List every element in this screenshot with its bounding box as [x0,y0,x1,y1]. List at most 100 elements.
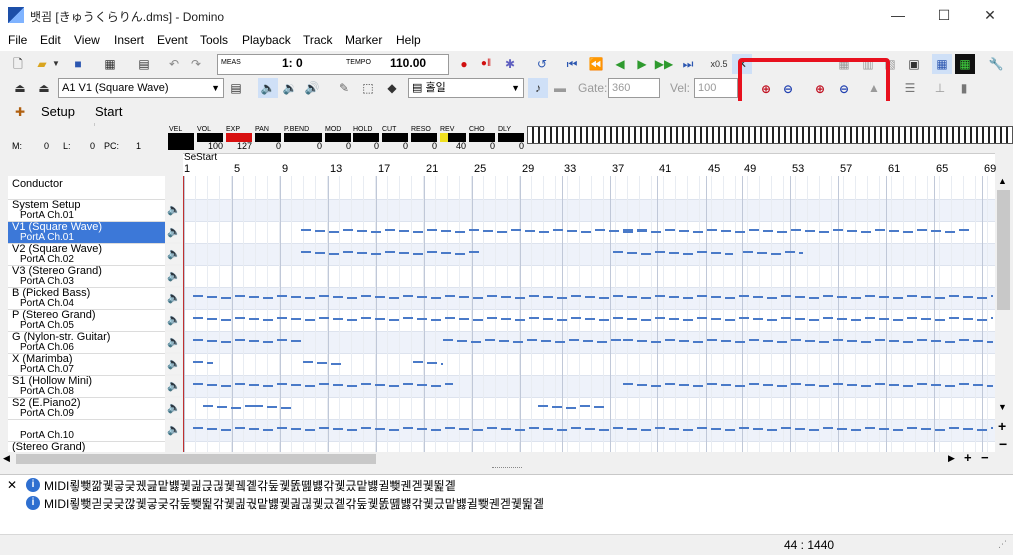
track-row[interactable]: G (Nylon-str. Guitar) PortA Ch.06 [8,332,165,354]
marker-start[interactable]: Start [196,152,217,163]
menu-marker[interactable]: Marker [345,33,382,47]
step-record-icon[interactable]: ✱ [500,54,520,74]
speaker-icon[interactable]: 🔈 [166,222,182,242]
track-row[interactable]: Conductor [8,176,165,200]
open-folder-icon[interactable]: ▰ [32,54,52,74]
dash-icon[interactable]: ▬ [550,78,570,98]
event-list-view-icon[interactable]: ▦ [955,54,975,74]
select-tool-icon[interactable]: ⬚ [358,78,378,98]
prev-icon[interactable]: ◀ [610,54,630,74]
go-end-icon[interactable]: ⏭ [678,54,698,74]
go-start-icon[interactable]: ⏮ [562,54,582,74]
view-list-icon[interactable]: ▣ [904,54,924,74]
hscroll-right-icon[interactable]: ▶ [948,453,955,464]
track-row[interactable]: System Setup PortA Ch.01 [8,200,165,222]
track-row[interactable]: S1 (Hollow Mini) PortA Ch.08 [8,376,165,398]
log-close-icon[interactable]: ✕ [7,478,17,492]
track-row[interactable]: S2 (E.Piano2) PortA Ch.09 [8,398,165,420]
hscroll-thumb[interactable] [16,454,376,464]
record-icon[interactable]: ● [454,54,474,74]
split-icon[interactable]: ⊥ [930,78,950,98]
tab-setup[interactable]: Setup [41,104,75,119]
close-button[interactable]: ✕ [967,0,1013,31]
undo-icon[interactable]: ↶ [164,54,184,74]
book-icon[interactable]: ▮ [954,78,974,98]
track-up-icon[interactable]: ⏏ [10,78,30,98]
menu-event[interactable]: Event [157,33,188,47]
track-row[interactable]: X (Marimba) PortA Ch.07 [8,354,165,376]
menu-tools[interactable]: Tools [200,33,228,47]
tab-start[interactable]: Start [95,104,122,119]
track-row[interactable]: (Stereo Grand) [8,442,165,453]
splitter-grip[interactable] [492,467,522,472]
vel-input[interactable]: 100 [694,78,738,98]
speaker-icon[interactable]: 🔈 [166,420,182,440]
pencil-tool-icon[interactable]: ✎ [334,78,354,98]
list-indent-icon[interactable]: ☰ [900,78,920,98]
piano-roll-view-icon[interactable]: ▦ [932,54,952,74]
track-row[interactable]: B (Picked Bass) PortA Ch.04 [8,288,165,310]
track-row[interactable]: PortA Ch.10 [8,420,165,442]
speaker-icon[interactable]: 🔈 [166,332,182,352]
zoom-x05-button[interactable]: x0.5 [706,54,732,74]
hzoom-plus-icon[interactable]: + [964,450,972,465]
play-icon[interactable]: ▶ [632,54,652,74]
eraser-tool-icon[interactable]: ◆ [382,78,402,98]
maximize-button[interactable]: ☐ [921,0,967,31]
speaker-icon[interactable]: 🔈 [166,200,182,220]
track-down-icon[interactable]: ⏏ [34,78,54,98]
speaker-icon[interactable]: 🔈 [166,244,182,264]
hzoom-minus-icon[interactable]: − [981,450,989,465]
loop-icon[interactable]: ↺ [532,54,552,74]
mini-keyboard[interactable] [527,126,1013,144]
zoom-plus-icon[interactable]: + [998,418,1006,434]
zoom-minus-icon[interactable]: − [999,436,1007,452]
speaker-mute-icon[interactable]: 🔈 [258,78,278,98]
settings-wrench-icon[interactable]: 🔧 [986,54,1006,74]
save-icon[interactable]: ■ [68,54,88,74]
track-select[interactable]: A1 V1 (Square Wave) ▼ [58,78,224,98]
rewind-icon[interactable]: ⏪ [586,54,606,74]
gate-input[interactable]: 360 [608,78,660,98]
menu-edit[interactable]: Edit [40,33,61,47]
speaker-icon[interactable]: 🔈 [166,266,182,286]
new-file-icon[interactable]: 🗋 [8,54,28,74]
next-icon[interactable]: ▶▶ [654,54,674,74]
speaker-icon[interactable]: 🔈 [166,376,182,396]
track-row[interactable]: V3 (Stereo Grand) PortA Ch.03 [8,266,165,288]
menu-file[interactable]: File [8,33,27,47]
marker-add-icon[interactable]: ✚ [10,102,30,122]
menu-insert[interactable]: Insert [114,33,144,47]
speaker-icon[interactable]: 🔈 [166,354,182,374]
properties-icon[interactable]: ▦ [100,54,120,74]
scroll-up-icon[interactable]: ▲ [998,176,1007,186]
piano-roll-grid[interactable] [183,176,995,452]
horizontal-scrollbar[interactable]: ◀ ▶ + − [0,450,1013,466]
vertical-scrollbar[interactable]: ▲ ▼ [995,176,1012,416]
dropdown-arrow-icon[interactable]: ▼ [50,54,62,74]
track-row[interactable]: V1 (Square Wave) PortA Ch.01 [8,222,165,244]
scroll-thumb[interactable] [997,190,1010,310]
hscroll-left-icon[interactable]: ◀ [3,453,10,464]
marker-se[interactable]: Se [184,152,196,163]
track-row[interactable]: P (Stereo Grand) PortA Ch.05 [8,310,165,332]
speaker-all-icon[interactable]: 🔊 [302,78,322,98]
note-length-icon[interactable]: ♪ [528,78,548,98]
track-props-icon[interactable]: ▤ [226,78,246,98]
speaker-icon[interactable]: 🔈 [166,310,182,330]
menu-help[interactable]: Help [396,33,421,47]
scroll-down-icon[interactable]: ▼ [998,402,1007,412]
menu-track[interactable]: Track [303,33,333,47]
redo-icon[interactable]: ↷ [186,54,206,74]
speaker-icon[interactable]: 🔈 [166,288,182,308]
speaker-solo-icon[interactable]: 🔉 [280,78,300,98]
speaker-icon[interactable]: 🔈 [166,398,182,418]
snap-select[interactable]: ▤ 홀일 ▼ [408,78,524,98]
resize-grip-icon[interactable]: ⋰ [998,539,1007,550]
document-icon[interactable]: ▤ [134,54,154,74]
timeline-ruler[interactable] [183,153,995,177]
track-row[interactable]: V2 (Square Wave) PortA Ch.02 [8,244,165,266]
record-pause-icon[interactable]: ●‖ [476,54,496,74]
minimize-button[interactable]: — [875,0,921,31]
menu-playback[interactable]: Playback [242,33,291,47]
